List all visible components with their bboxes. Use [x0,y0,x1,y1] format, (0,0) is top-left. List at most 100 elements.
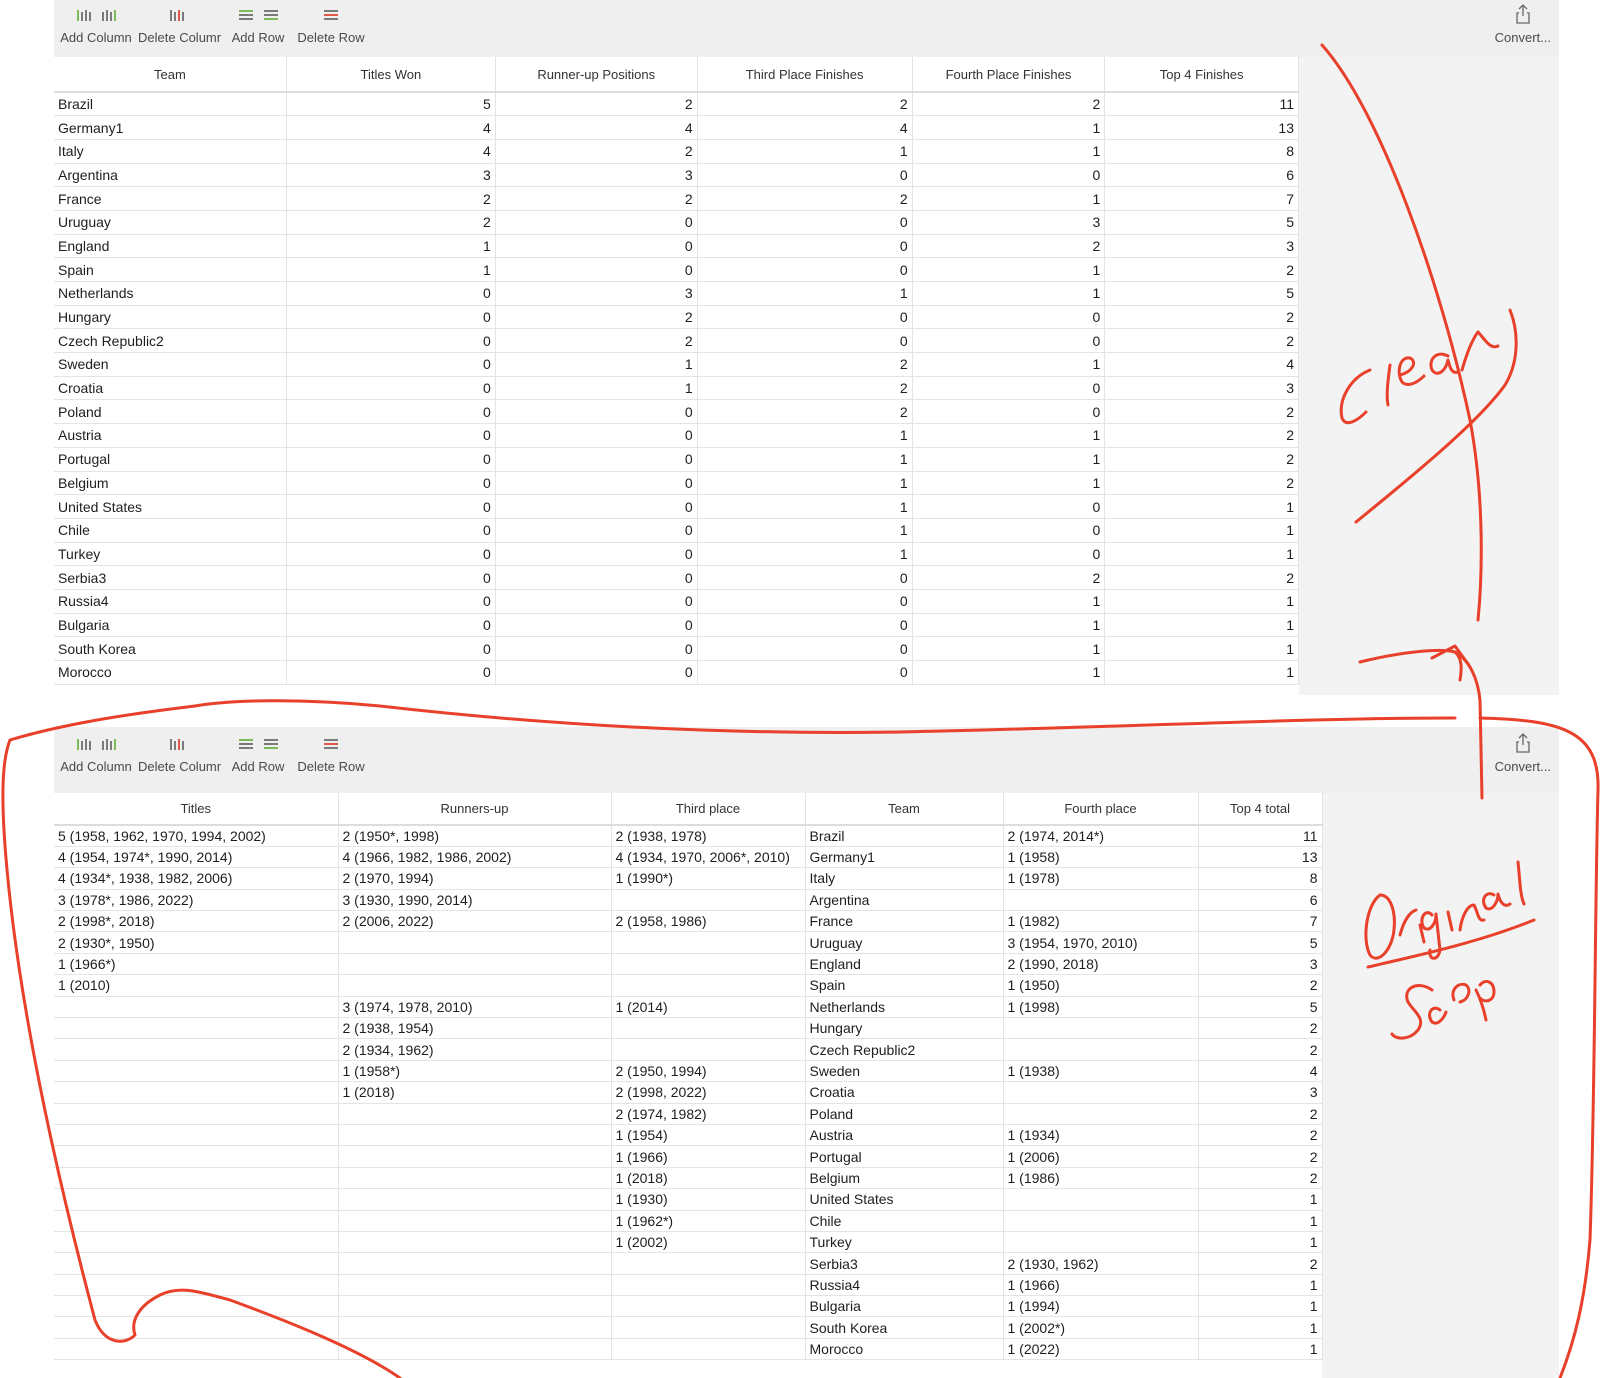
table-cell[interactable]: 0 [495,589,698,614]
clean-table-header-4[interactable]: Fourth Place Finishes [912,57,1106,93]
table-cell[interactable]: 1 [1198,1188,1323,1211]
table-cell[interactable]: Netherlands [805,996,1004,1019]
table-cell[interactable]: 3 (1978*, 1986, 2022) [54,889,339,912]
table-cell[interactable]: 0 [697,589,913,614]
table-cell[interactable]: 2 [1104,328,1299,354]
table-cell[interactable]: 0 [697,660,913,685]
table-cell[interactable]: 2 (1990, 2018) [1003,953,1199,976]
table-cell[interactable]: 1 (1998) [1003,996,1199,1019]
table-cell[interactable]: 2 [1104,471,1299,496]
table-cell[interactable]: 0 [286,636,496,661]
table-cell[interactable]: 0 [286,494,496,519]
table-cell[interactable]: 3 [1198,1081,1323,1104]
table-cell[interactable]: 1 [912,139,1106,164]
table-cell[interactable]: 1 [912,636,1106,661]
table-cell[interactable] [338,953,612,976]
table-cell[interactable]: 2 [697,186,913,211]
table-cell[interactable]: 1 (1954) [611,1124,806,1147]
delete-column-button[interactable]: Delete Columr [138,729,221,785]
table-cell[interactable]: 0 [495,447,698,472]
table-cell[interactable]: 1 [697,281,913,306]
table-cell[interactable]: South Korea [54,636,287,661]
table-cell[interactable]: 1 (2002*) [1003,1316,1199,1339]
table-cell[interactable] [1003,1188,1199,1211]
table-cell[interactable] [54,1274,339,1297]
table-cell[interactable] [338,1295,612,1318]
table-cell[interactable]: Sweden [805,1060,1004,1083]
table-cell[interactable]: Hungary [805,1017,1004,1040]
table-cell[interactable]: United States [54,494,287,519]
table-cell[interactable] [338,1231,612,1254]
table-cell[interactable] [54,1295,339,1318]
table-cell[interactable]: 2 (1950*, 1998) [338,825,612,847]
table-cell[interactable] [611,1338,806,1361]
table-cell[interactable]: 2 [286,210,496,235]
table-cell[interactable]: 0 [912,305,1106,330]
table-cell[interactable]: 0 [912,399,1106,425]
table-cell[interactable]: 1 (2018) [611,1167,806,1190]
table-cell[interactable] [1003,1210,1199,1232]
original-table-header-1[interactable]: Runners-up [338,793,612,826]
table-cell[interactable]: 0 [495,399,698,425]
table-cell[interactable]: Uruguay [54,210,287,235]
table-cell[interactable]: 1 (1930) [611,1188,806,1211]
table-cell[interactable]: 0 [495,565,698,590]
table-cell[interactable]: 3 [495,281,698,306]
table-cell[interactable] [338,1145,612,1168]
table-cell[interactable]: 2 [1104,399,1299,425]
table-cell[interactable]: 1 (1978) [1003,867,1199,890]
table-cell[interactable]: 0 [495,234,698,259]
table-cell[interactable]: 0 [697,328,913,354]
table-cell[interactable] [338,1252,612,1275]
table-cell[interactable]: 2 [1198,1103,1323,1125]
table-cell[interactable]: 2 [1198,1252,1323,1275]
table-cell[interactable]: 2 [495,328,698,354]
table-cell[interactable] [54,1060,339,1083]
table-cell[interactable]: 7 [1104,186,1299,211]
table-cell[interactable]: 11 [1198,825,1323,847]
table-cell[interactable]: 0 [286,352,496,377]
table-cell[interactable]: 7 [1198,910,1323,933]
table-cell[interactable]: 4 [286,139,496,164]
table-cell[interactable]: 4 (1954, 1974*, 1990, 2014) [54,846,339,869]
table-cell[interactable]: 2 (1998*, 2018) [54,910,339,933]
table-cell[interactable]: 5 [286,92,496,117]
table-cell[interactable]: 2 (1958, 1986) [611,910,806,933]
table-cell[interactable]: 1 (1966) [1003,1274,1199,1297]
table-cell[interactable]: 4 (1934*, 1938, 1982, 2006) [54,867,339,890]
table-cell[interactable]: 1 [1104,494,1299,519]
table-cell[interactable] [1003,1231,1199,1254]
table-cell[interactable]: 0 [697,305,913,330]
table-cell[interactable]: 1 [1104,542,1299,567]
table-cell[interactable]: 1 [912,589,1106,614]
table-cell[interactable] [611,1274,806,1297]
table-cell[interactable] [338,974,612,997]
table-cell[interactable] [611,953,806,976]
clean-table-header-1[interactable]: Titles Won [286,57,496,93]
table-cell[interactable] [54,1124,339,1147]
table-cell[interactable]: 1 [1104,660,1299,685]
table-cell[interactable]: England [54,234,287,259]
table-cell[interactable]: Russia4 [805,1274,1004,1297]
table-cell[interactable]: 0 [912,376,1106,401]
table-cell[interactable] [54,1338,339,1361]
table-cell[interactable]: 1 [697,494,913,519]
table-cell[interactable]: Morocco [54,660,287,685]
table-cell[interactable]: 4 [697,115,913,140]
table-cell[interactable]: 0 [495,423,698,448]
table-cell[interactable]: Brazil [805,825,1004,847]
table-cell[interactable]: 0 [286,613,496,638]
table-cell[interactable] [54,1231,339,1254]
table-cell[interactable]: 1 [912,423,1106,448]
table-cell[interactable]: 2 (1930*, 1950) [54,931,339,954]
table-cell[interactable]: 2 [495,139,698,164]
table-cell[interactable]: 1 [495,352,698,377]
table-cell[interactable]: Turkey [805,1231,1004,1254]
table-cell[interactable] [611,889,806,912]
table-cell[interactable]: 1 (1982) [1003,910,1199,933]
table-cell[interactable]: 1 [697,423,913,448]
table-cell[interactable]: 1 [912,660,1106,685]
table-cell[interactable]: 5 [1198,931,1323,954]
table-cell[interactable]: 2 [495,305,698,330]
table-cell[interactable]: 3 [286,163,496,188]
